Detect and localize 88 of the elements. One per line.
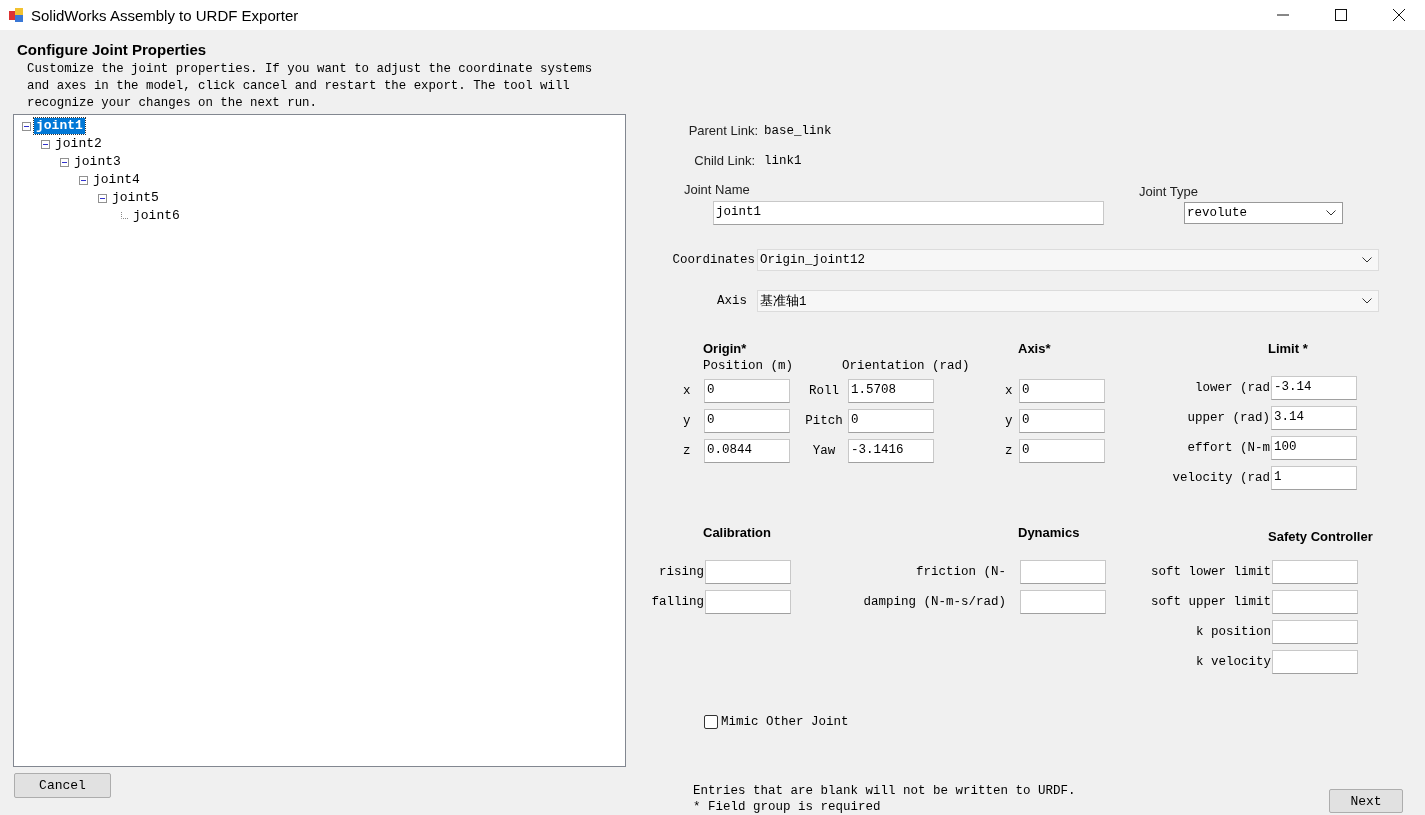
tree-item[interactable]: joint1 <box>34 118 85 134</box>
collapse-icon[interactable] <box>79 175 88 185</box>
field-label: soft upper limit <box>1149 595 1272 609</box>
field-label: Pitch <box>804 414 844 428</box>
section-heading: Limit * <box>1268 340 1308 356</box>
field-label: rising <box>658 565 705 579</box>
column-label: Position (m) <box>703 359 794 375</box>
note-text: Entries that are blank will not be written to URDF. <box>693 783 1077 799</box>
chevron-down-icon <box>1326 209 1336 216</box>
section-heading: Calibration <box>703 524 772 540</box>
section-heading: Axis* <box>1018 340 1052 356</box>
field-label: x <box>682 384 692 398</box>
field-label: Coordinates <box>671 253 755 267</box>
tree-item[interactable]: joint6 <box>131 208 182 224</box>
description-text: Customize the joint properties. If you want to adjust the coordinate systems and axes in the model, click cancel and restart the export. The tool will recognize your changes on the next run. <box>27 61 594 112</box>
section-heading: Origin* <box>703 340 748 356</box>
field-label: lower (rad <box>1194 381 1271 395</box>
field-label: x <box>1004 384 1014 398</box>
tree-item[interactable]: joint3 <box>72 154 123 170</box>
joint-type-dropdown[interactable]: revolute <box>1184 201 1343 224</box>
tree-item[interactable]: joint5 <box>110 190 161 206</box>
calibration-field[interactable] <box>705 560 791 584</box>
limit-field[interactable]: -3.14 <box>1271 376 1357 400</box>
orientation-field[interactable]: -3.1416 <box>848 439 934 463</box>
section-heading: Dynamics <box>1018 524 1081 540</box>
collapse-icon[interactable] <box>60 157 69 167</box>
field-label: y <box>682 414 692 428</box>
note-text: * Field group is required <box>693 799 882 815</box>
field-label: Joint Name <box>684 182 751 197</box>
limit-field[interactable]: 1 <box>1271 466 1357 490</box>
section-heading: Safety Controller <box>1268 528 1373 544</box>
axis-field[interactable]: 0 <box>1019 439 1105 463</box>
tree-item[interactable]: joint2 <box>53 136 104 152</box>
collapse-icon[interactable] <box>22 121 31 131</box>
dynamics-field[interactable] <box>1020 560 1106 584</box>
safety-field[interactable] <box>1272 560 1358 584</box>
app-icon <box>8 7 24 23</box>
checkbox-label[interactable]: Mimic Other Joint <box>721 715 849 729</box>
chevron-down-icon <box>1362 257 1372 263</box>
field-label: k position <box>1195 625 1272 639</box>
field-label: Yaw <box>811 444 837 458</box>
field-label: upper (rad) <box>1186 411 1271 425</box>
next-button[interactable]: Next <box>1329 789 1403 813</box>
joint-name-field[interactable]: joint1 <box>713 200 1104 225</box>
field-label: Child Link: <box>693 153 755 168</box>
field-value: base_link <box>764 123 832 138</box>
window-title: SolidWorks Assembly to URDF Exporter <box>31 6 299 24</box>
field-label: z <box>682 444 692 458</box>
field-label: Axis <box>716 294 747 308</box>
axis-field[interactable]: 0 <box>1019 409 1105 433</box>
field-label: effort (N-m <box>1186 441 1271 455</box>
field-label: friction (N- <box>915 565 1007 579</box>
cancel-button[interactable]: Cancel <box>14 773 111 798</box>
column-label: Orientation (rad) <box>842 359 970 375</box>
field-label: k velocity <box>1195 655 1272 669</box>
axis-dropdown[interactable]: 基准轴1 <box>757 290 1379 312</box>
field-label: falling <box>650 595 705 609</box>
position-field[interactable]: 0 <box>704 409 790 433</box>
tree-item[interactable]: joint4 <box>91 172 142 188</box>
limit-field[interactable]: 100 <box>1271 436 1357 460</box>
limit-field[interactable]: 3.14 <box>1271 406 1357 430</box>
field-label: Roll <box>808 384 840 398</box>
field-value: link1 <box>764 153 802 168</box>
dynamics-field[interactable] <box>1020 590 1106 614</box>
chevron-down-icon <box>1362 298 1372 304</box>
field-label: z <box>1004 444 1014 458</box>
collapse-icon[interactable] <box>98 193 107 203</box>
collapse-icon[interactable] <box>41 139 50 149</box>
field-label: damping (N-m-s/rad) <box>862 595 1007 609</box>
field-label: velocity (rad <box>1171 471 1271 485</box>
field-label: Parent Link: <box>687 123 758 138</box>
safety-field[interactable] <box>1272 620 1358 644</box>
mimic-checkbox[interactable] <box>704 715 718 729</box>
maximize-icon[interactable] <box>1335 9 1347 21</box>
page-heading: Configure Joint Properties <box>17 41 208 60</box>
calibration-field[interactable] <box>705 590 791 614</box>
orientation-field[interactable]: 1.5708 <box>848 379 934 403</box>
close-icon[interactable] <box>1393 9 1405 21</box>
field-label: soft lower limit <box>1149 565 1272 579</box>
field-label: y <box>1004 414 1014 428</box>
coordinates-dropdown[interactable]: Origin_joint12 <box>757 249 1379 271</box>
position-field[interactable]: 0.0844 <box>704 439 790 463</box>
safety-field[interactable] <box>1272 650 1358 674</box>
axis-field[interactable]: 0 <box>1019 379 1105 403</box>
safety-field[interactable] <box>1272 590 1358 614</box>
orientation-field[interactable]: 0 <box>848 409 934 433</box>
position-field[interactable]: 0 <box>704 379 790 403</box>
field-label: Joint Type <box>1139 184 1199 199</box>
